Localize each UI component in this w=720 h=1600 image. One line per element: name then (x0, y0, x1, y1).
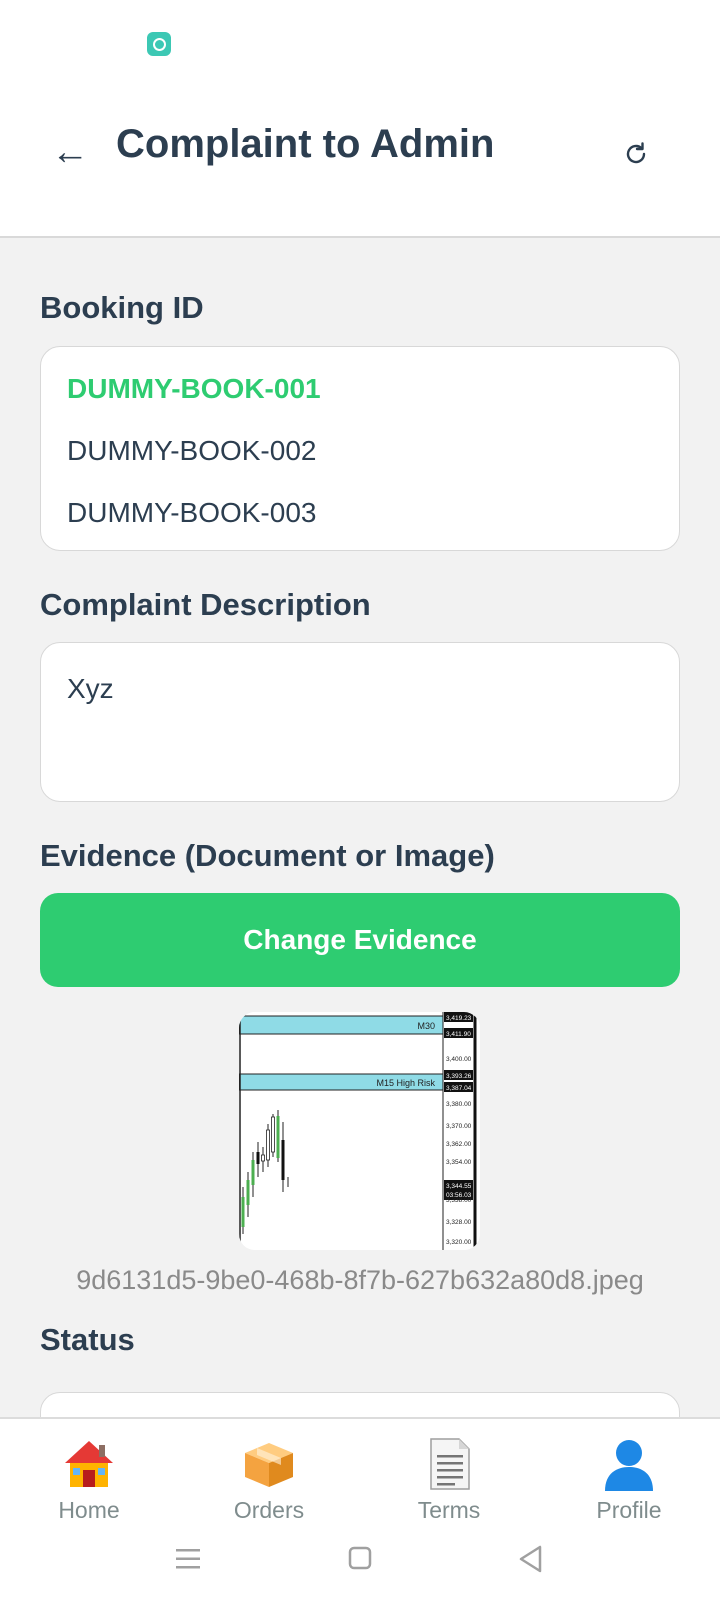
price-tick: 3,362.00 (446, 1141, 472, 1148)
evidence-filename: 9d6131d5-9be0-468b-8f7b-627b632a80d8.jpe… (76, 1265, 644, 1295)
complaint-description-input[interactable]: Xyz (40, 642, 680, 802)
change-evidence-button[interactable]: Change Evidence (40, 893, 680, 987)
booking-option[interactable]: DUMMY-BOOK-003 (67, 497, 316, 529)
refresh-button[interactable] (614, 132, 658, 176)
page-title: Complaint to Admin (116, 122, 495, 166)
app-notification-icon (147, 32, 171, 56)
status-label: Status (40, 1322, 135, 1357)
system-navigation-bar (0, 1532, 720, 1582)
price-tick: 3,411.90 (446, 1031, 471, 1038)
booking-id-picker[interactable]: DUMMY-BOOK-001 DUMMY-BOOK-002 DUMMY-BOOK… (40, 346, 680, 551)
price-tick: 3,344.55 (446, 1183, 472, 1190)
home-square-icon[interactable] (340, 1542, 380, 1576)
document-icon (430, 1438, 470, 1490)
evidence-chart-screenshot: M30 M15 High Risk 3,419.23 3,411.90 3,40… (239, 1012, 480, 1250)
complaint-description-label: Complaint Description (40, 587, 371, 622)
nav-profile-label: Profile (596, 1497, 662, 1523)
evidence-image-preview[interactable]: M30 M15 High Risk 3,419.23 3,411.90 3,40… (239, 1012, 480, 1250)
price-tick: 3,419.23 (446, 1015, 472, 1022)
booking-id-label: Booking ID (40, 290, 204, 325)
nav-orders[interactable]: Orders (199, 1437, 339, 1524)
menu-icon[interactable] (168, 1542, 208, 1576)
price-tick: 3,380.00 (446, 1101, 472, 1108)
price-tick: 3,338.00 (446, 1197, 472, 1204)
nav-home-label: Home (58, 1497, 120, 1523)
price-tick: 3,393.26 (446, 1073, 472, 1080)
nav-terms-label: Terms (417, 1497, 481, 1523)
refresh-icon (626, 142, 646, 164)
evidence-label: Evidence (Document or Image) (40, 838, 495, 873)
band-label: M15 High Risk (376, 1078, 435, 1088)
price-tick: 3,400.00 (446, 1056, 472, 1063)
app-header: ← Complaint to Admin (0, 90, 720, 238)
price-tick: 3,354.00 (446, 1159, 472, 1166)
nav-home[interactable]: Home (19, 1437, 159, 1524)
complaint-description-value: Xyz (67, 673, 114, 704)
status-bar (0, 0, 720, 90)
person-icon (605, 1440, 653, 1491)
house-icon (65, 1441, 113, 1487)
price-tick: 3,328.00 (446, 1219, 472, 1226)
price-tick: 3,370.00 (446, 1123, 472, 1130)
package-icon (245, 1443, 293, 1487)
bottom-navigation: Home Orders Terms Profile (0, 1417, 720, 1600)
back-button[interactable]: ← (48, 130, 92, 174)
price-tick: 3,387.04 (446, 1085, 472, 1092)
nav-profile[interactable]: Profile (559, 1437, 699, 1524)
arrow-left-icon: ← (51, 131, 89, 173)
back-triangle-icon[interactable] (512, 1542, 552, 1576)
band-label: M30 (417, 1021, 435, 1031)
nav-orders-label: Orders (233, 1497, 305, 1523)
booking-option[interactable]: DUMMY-BOOK-001 (67, 373, 321, 405)
nav-terms[interactable]: Terms (379, 1437, 519, 1524)
price-tick: 3,320.00 (446, 1239, 472, 1246)
booking-option[interactable]: DUMMY-BOOK-002 (67, 435, 316, 467)
